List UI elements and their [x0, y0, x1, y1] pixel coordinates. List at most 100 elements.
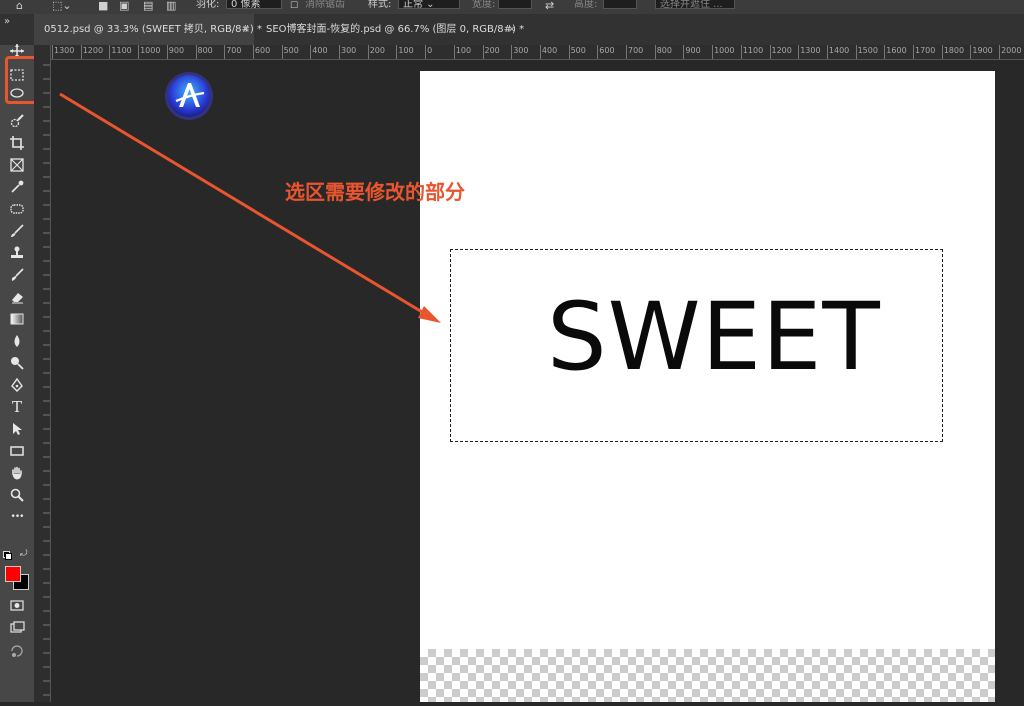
- zoom-tool[interactable]: [0, 485, 34, 505]
- marquee-preset-icon[interactable]: ⬚⌄: [52, 0, 72, 12]
- quick-mask-button[interactable]: [0, 595, 34, 615]
- clone-stamp-tool[interactable]: [0, 243, 34, 263]
- ruler-label: 1300: [800, 46, 821, 55]
- ruler-label: 0: [427, 46, 433, 55]
- eyedropper-icon: [11, 180, 24, 193]
- edit-toolbar-button[interactable]: •••: [0, 507, 34, 527]
- close-icon[interactable]: ×: [242, 14, 250, 45]
- ruler-tick: [654, 45, 656, 59]
- select-and-mask-button[interactable]: 选择并遮住 ...: [655, 0, 735, 9]
- ruler-tick: [482, 45, 484, 59]
- close-icon[interactable]: ×: [508, 14, 516, 45]
- ruler-tick: [626, 45, 627, 59]
- type-icon: T: [11, 398, 22, 416]
- healing-brush-tool[interactable]: [0, 199, 34, 219]
- feather-label: 羽化:: [196, 0, 220, 10]
- ruler-label: 1300: [54, 46, 75, 55]
- add-selection-icon[interactable]: ▣: [119, 0, 129, 12]
- document-tab-bar: 0512.psd @ 33.3% (SWEET 拷贝, RGB/8#) * × …: [0, 14, 1024, 45]
- ruler-tick: [913, 45, 914, 59]
- swap-colors-icon[interactable]: ⤾: [20, 549, 28, 559]
- brush-tool[interactable]: [0, 221, 34, 241]
- antialias-checkbox[interactable]: ☐: [290, 0, 298, 12]
- tab-label: 0512.psd @ 33.3% (SWEET 拷贝, RGB/8#) *: [44, 24, 263, 35]
- style-label: 样式:: [368, 0, 392, 10]
- intersect-selection-icon[interactable]: ▥: [166, 0, 176, 12]
- gradient-tool[interactable]: [0, 309, 34, 329]
- ruler-tick: [138, 45, 140, 59]
- rectangle-tool[interactable]: [0, 441, 34, 461]
- ruler-tick: [970, 45, 972, 59]
- top-ruler: 1300 1200 1100 1000 900 800 700 600 500 400 300 200…: [50, 45, 1024, 60]
- ruler-tick: [568, 45, 570, 59]
- ruler-tick: [999, 45, 1001, 59]
- clone-stamp-icon: [11, 246, 23, 258]
- home-icon[interactable]: ⌂: [16, 0, 23, 12]
- tab-0512-psd[interactable]: 0512.psd @ 33.3% (SWEET 拷贝, RGB/8#) * ×: [34, 14, 262, 45]
- style-select[interactable]: 正常 ⌄: [398, 0, 460, 9]
- ruler-tick: [367, 45, 369, 59]
- ruler-tick: [52, 45, 53, 59]
- ruler-label: 400: [312, 46, 328, 55]
- ruler-tick: [740, 45, 742, 59]
- blur-icon: [14, 335, 20, 347]
- swap-icon[interactable]: ⇄: [545, 0, 554, 12]
- type-tool[interactable]: T: [0, 397, 34, 417]
- left-ruler: [34, 45, 51, 702]
- ruler-tick: [453, 45, 455, 59]
- ruler-label: 1500: [857, 46, 878, 55]
- path-selection-tool[interactable]: [0, 419, 34, 439]
- rectangle-icon: [10, 446, 24, 456]
- left-ruler-ticks: [43, 64, 50, 696]
- feather-input[interactable]: 0 像素: [226, 0, 282, 9]
- ruler-tick: [597, 45, 599, 59]
- content-credentials-button[interactable]: [0, 641, 34, 661]
- ruler-tick: [109, 45, 111, 59]
- path-selection-icon: [13, 423, 22, 435]
- hand-tool[interactable]: [0, 463, 34, 483]
- ruler-label: 1100: [111, 46, 132, 55]
- antialias-label: 消除锯齿: [305, 0, 345, 10]
- foreground-color-swatch[interactable]: [5, 566, 21, 582]
- history-brush-tool[interactable]: [0, 265, 34, 285]
- new-selection-icon[interactable]: ■: [98, 0, 108, 12]
- ruler-tick: [166, 45, 168, 59]
- pen-tool[interactable]: [0, 375, 34, 395]
- ruler-label: 100: [398, 46, 414, 55]
- ruler-label: 2000: [1001, 46, 1022, 55]
- ruler-label: 1200: [771, 46, 792, 55]
- ruler-label: 1700: [915, 46, 936, 55]
- eyedropper-tool[interactable]: [0, 177, 34, 197]
- eraser-tool[interactable]: [0, 287, 34, 307]
- brush-icon: [11, 224, 24, 237]
- crop-tool[interactable]: [0, 133, 34, 153]
- ruler-label: 1400: [828, 46, 850, 55]
- options-bar: ⌂ ⬚⌄ ■ ▣ ▤ ▥ 羽化: 0 像素 ☐ 消除锯齿 样式: 正常 ⌄ 宽度…: [0, 0, 1024, 14]
- collapse-toolbar-icon[interactable]: »: [4, 16, 10, 27]
- history-brush-icon: [11, 268, 24, 281]
- height-input[interactable]: [603, 0, 637, 9]
- default-colors-icon[interactable]: [3, 551, 12, 560]
- ruler-label: 700: [628, 46, 644, 55]
- screen-mode-button[interactable]: [0, 617, 34, 637]
- ruler-label: 200: [369, 46, 385, 55]
- ruler-tick: [425, 45, 427, 59]
- frame-tool[interactable]: [0, 155, 34, 175]
- ruler-label: 1900: [972, 46, 993, 55]
- ruler-tick: [884, 45, 886, 59]
- ruler-tick: [941, 45, 943, 59]
- sweet-text-layer[interactable]: SWEET: [547, 283, 881, 393]
- ruler-label: 1800: [943, 46, 965, 55]
- tab-label: SEO博客封面-恢复的.psd @ 66.7% (图层 0, RGB/8#) *: [266, 24, 525, 35]
- width-label: 宽度:: [472, 0, 496, 10]
- subtract-selection-icon[interactable]: ▤: [143, 0, 153, 12]
- ruler-label: 1600: [886, 46, 907, 55]
- quick-selection-icon: [10, 114, 24, 128]
- blur-tool[interactable]: [0, 331, 34, 351]
- width-input[interactable]: [498, 0, 532, 9]
- quick-selection-tool[interactable]: [0, 111, 34, 131]
- ruler-label: 500: [570, 46, 586, 55]
- tab-seo-blog-cover[interactable]: SEO博客封面-恢复的.psd @ 66.7% (图层 0, RGB/8#) *…: [256, 14, 524, 45]
- ruler-label: 300: [513, 46, 529, 55]
- dodge-tool[interactable]: [0, 353, 34, 373]
